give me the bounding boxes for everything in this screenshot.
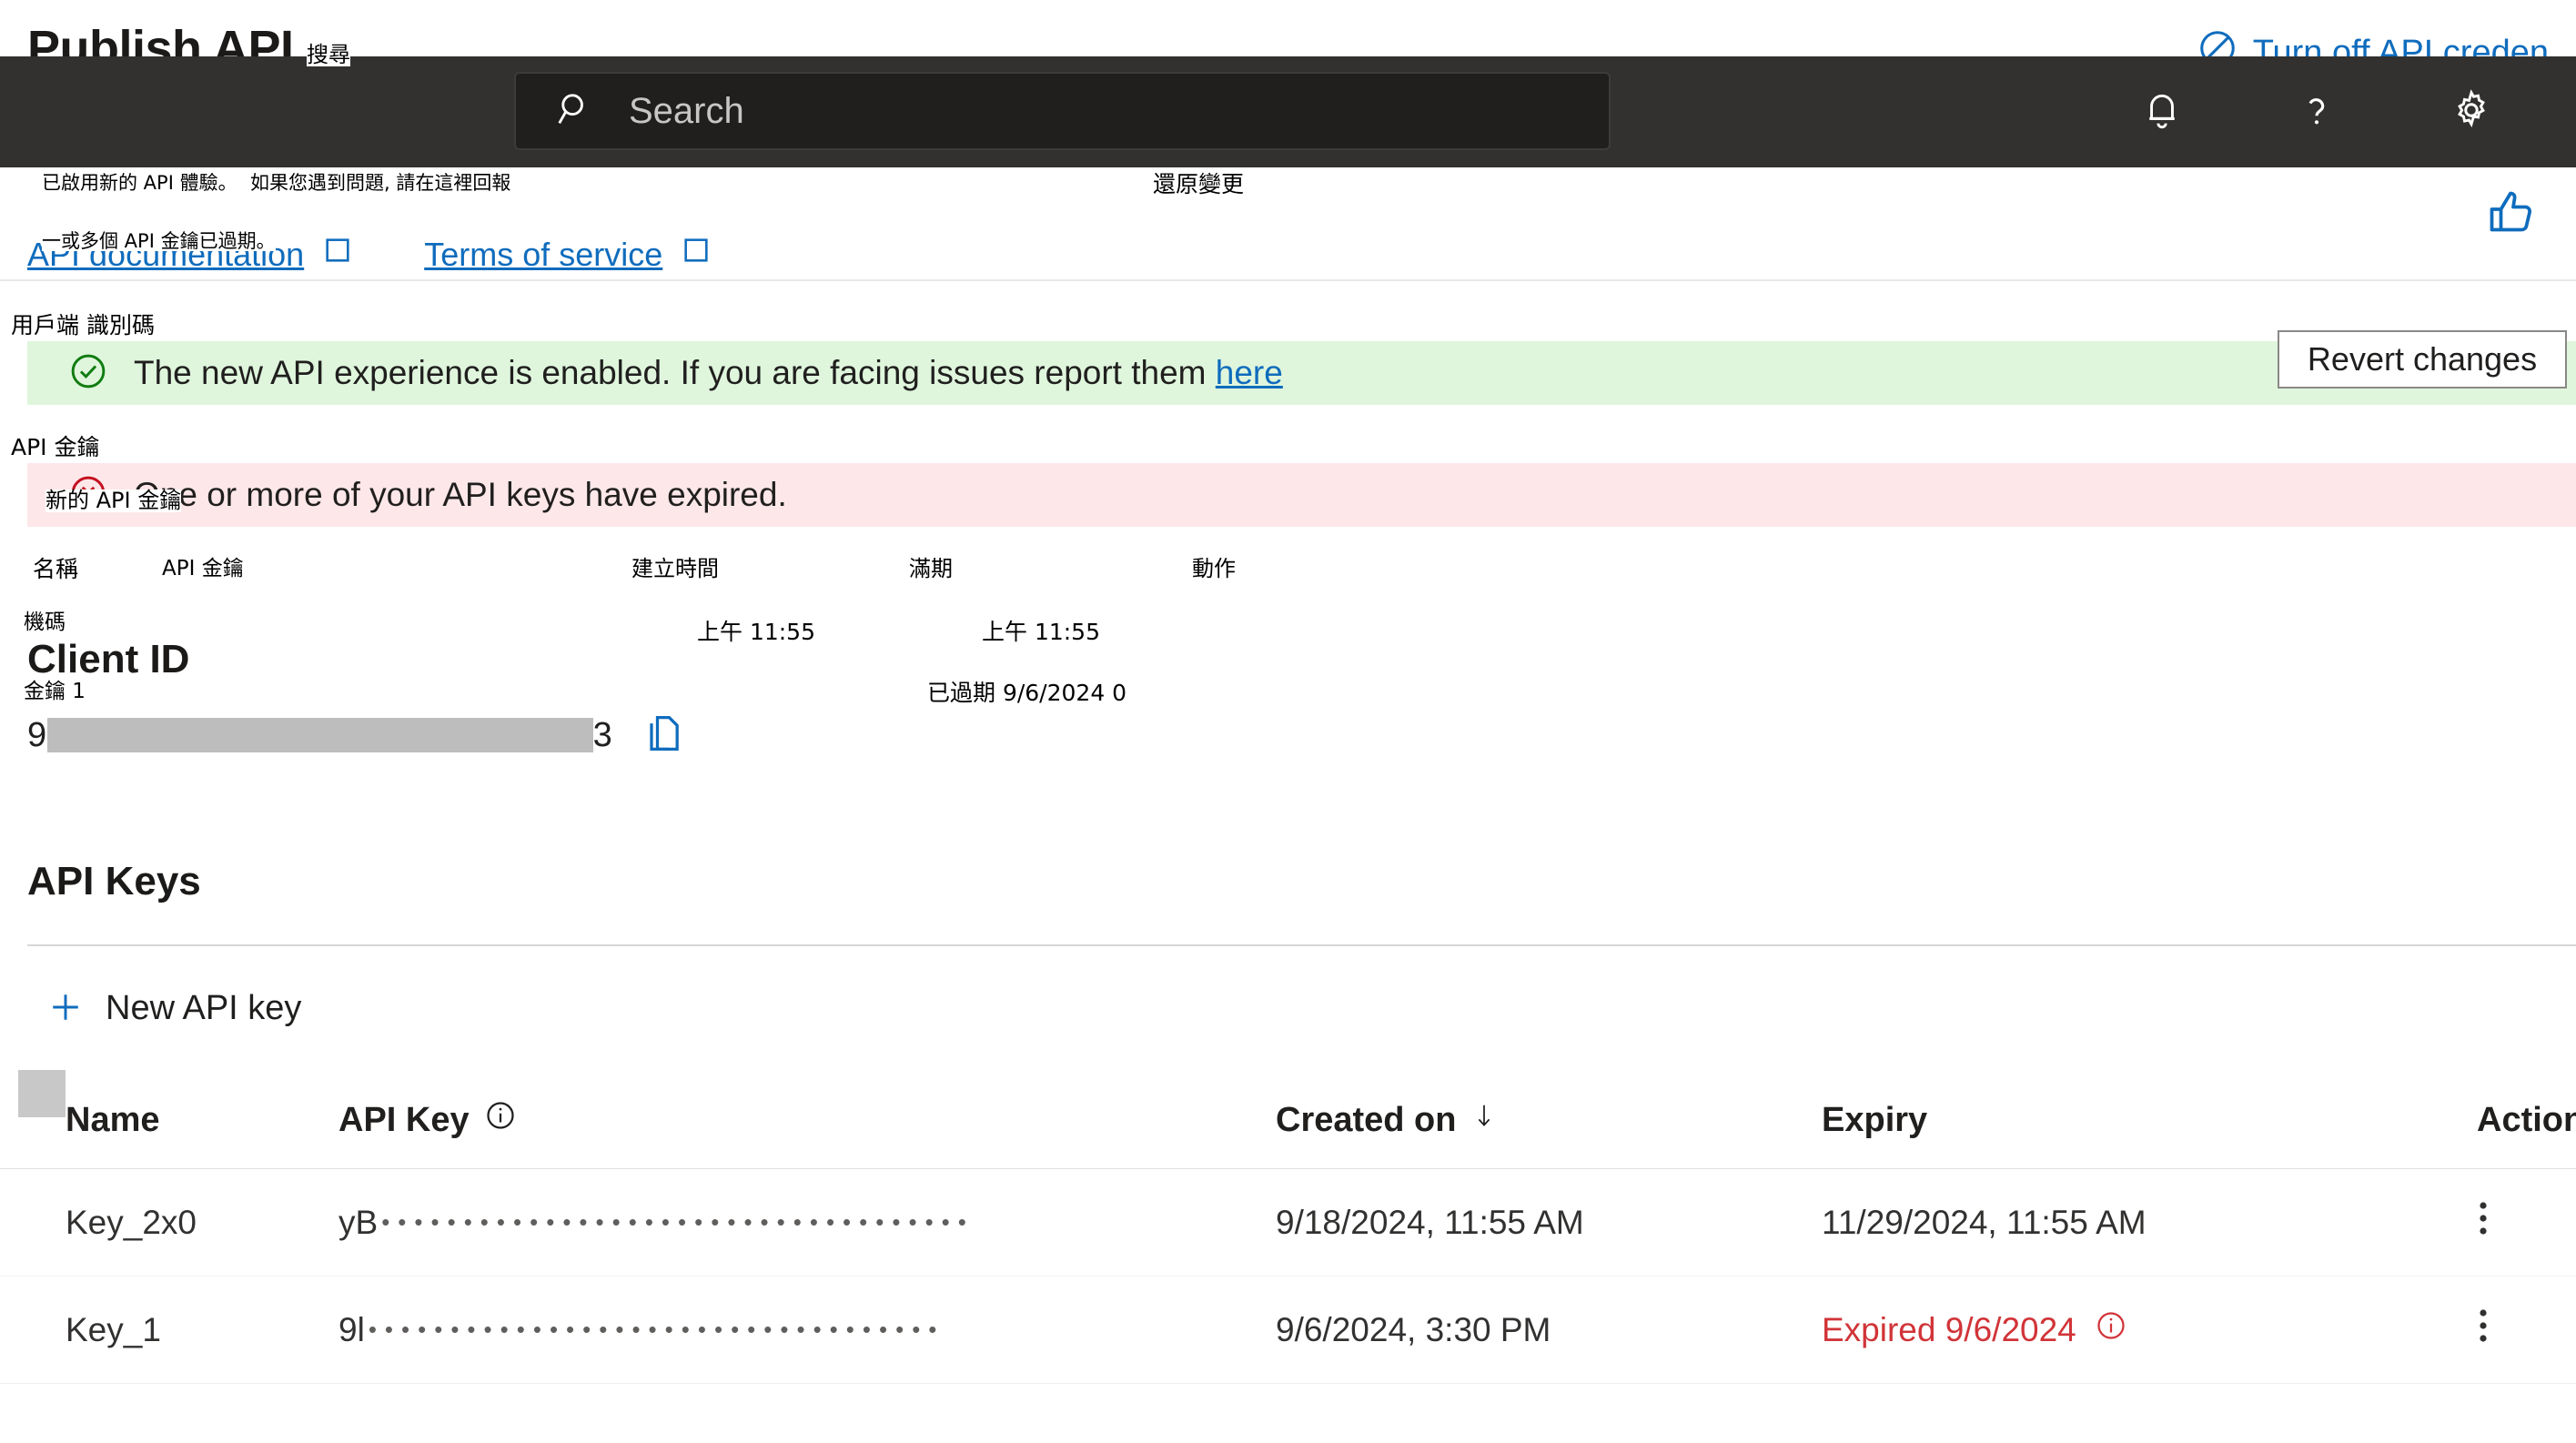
cell-name: Key_2x0: [0, 1168, 338, 1276]
redaction-mask: [18, 1070, 66, 1117]
gear-icon[interactable]: [2449, 87, 2494, 137]
external-link-icon: [681, 235, 712, 274]
annotation-col-api-key: API 金鑰: [162, 557, 244, 580]
annotation-api-key: API 金鑰: [11, 434, 100, 460]
terms-of-service-label: Terms of service: [424, 235, 663, 273]
expired-label: Expired 9/6/2024: [1822, 1310, 2076, 1348]
annotation-col-created: 建立時間: [631, 556, 719, 581]
section-divider: [27, 944, 2576, 946]
table-header-row: Name API Key Created on Expiry Action: [0, 1083, 2576, 1169]
report-issue-link[interactable]: here: [1216, 354, 1283, 391]
api-keys-section-title: API Keys: [27, 859, 201, 903]
cell-name: Key_1: [0, 1276, 338, 1384]
cell-expiry: Expired 9/6/2024: [1822, 1276, 2386, 1384]
table-row[interactable]: Key_2x0 yB •••••••••••••••••••••••••••••…: [0, 1070, 2576, 1276]
annotation-keys-expired: 一或多個 API 金鑰已過期。: [42, 230, 276, 252]
annotation-revert-changes: 還原變更: [1153, 171, 1245, 197]
cell-api-key: 9l •••••••••••••••••••••••••••••••••••: [18, 1070, 1276, 1384]
cell-expiry: 11/29/2024, 11:55 AM: [1822, 1168, 2386, 1276]
column-header-name-label: Name: [66, 1100, 160, 1139]
info-icon[interactable]: [484, 1099, 517, 1141]
cell-actions: [2386, 1276, 2576, 1384]
external-link-icon: [322, 235, 353, 274]
revert-changes-button[interactable]: Revert changes: [2278, 330, 2567, 388]
bell-icon[interactable]: [2139, 87, 2185, 137]
column-header-api-key-label: API Key: [338, 1100, 470, 1139]
column-header-expiry[interactable]: Expiry: [1822, 1083, 2386, 1169]
api-keys-table: Name API Key Created on Expiry Action Ke…: [0, 1070, 2576, 1384]
new-api-key-button[interactable]: New API key: [45, 987, 301, 1030]
page-root: Publish API Turn off API creden API docu…: [0, 0, 2576, 1443]
more-vertical-icon[interactable]: [2477, 1304, 2576, 1356]
question-mark-icon[interactable]: [2294, 87, 2339, 137]
checkmark-circle-icon: [68, 351, 108, 396]
annotation-new-api-key: 新的 API 金鑰: [45, 488, 182, 513]
info-icon[interactable]: [2095, 1309, 2127, 1350]
search-placeholder: Search: [629, 90, 744, 131]
annotation-col-expiry: 滿期: [909, 556, 953, 581]
overlay-icon-group: [2139, 56, 2494, 167]
table-row[interactable]: Key_1 9l •••••••••••••••••••••••••••••••…: [0, 1070, 2576, 1384]
annotation-time-2: 上午 11:55: [982, 619, 1100, 645]
copy-icon[interactable]: [640, 710, 687, 762]
cell-api-key: yB ••••••••••••••••••••••••••••••••••••: [18, 1070, 1276, 1276]
overlay-search-bar: Search: [0, 56, 2576, 167]
column-header-created-on[interactable]: Created on: [1276, 1083, 1822, 1169]
client-id-row: 93: [27, 710, 687, 762]
client-id-value: 93: [27, 716, 613, 754]
annotation-report-issue: 如果您遇到問題, 請在這裡回報: [250, 172, 511, 194]
api-key-prefix: yB: [338, 1203, 379, 1241]
api-key-mask: •••••••••••••••••••••••••••••••••••: [368, 1316, 945, 1343]
thumbs-up-icon[interactable]: [2485, 187, 2540, 246]
search-input[interactable]: Search: [514, 72, 1611, 150]
annotation-expired-note: 已過期 9/6/2024 0: [927, 680, 1127, 706]
cell-created-on: 9/6/2024, 3:30 PM: [1276, 1276, 1822, 1384]
column-header-api-key[interactable]: API Key: [338, 1083, 1276, 1169]
success-banner: The new API experience is enabled. If yo…: [27, 330, 2576, 405]
new-api-key-label: New API key: [106, 989, 302, 1027]
terms-of-service-link[interactable]: Terms of service: [424, 235, 712, 274]
api-key-mask: ••••••••••••••••••••••••••••••••••••: [381, 1208, 975, 1236]
annotation-search: 搜尋: [307, 42, 350, 67]
more-vertical-icon[interactable]: [2477, 1196, 2576, 1248]
column-header-actions: Actions: [2386, 1083, 2576, 1169]
annotation-machine-code: 機碼: [24, 610, 66, 634]
cell-actions: [2386, 1168, 2576, 1276]
annotation-client-id: 用戶端 識別碼: [11, 312, 155, 338]
column-header-expiry-label: Expiry: [1822, 1100, 1928, 1139]
annotation-col-actions: 動作: [1192, 556, 1236, 581]
column-header-actions-label: Actions: [2477, 1100, 2576, 1139]
search-icon: [554, 88, 596, 135]
client-id-heading: Client ID: [27, 637, 190, 681]
api-key-prefix: 9l: [338, 1310, 365, 1348]
annotation-col-name: 名稱: [33, 556, 79, 582]
redaction-mask: [47, 718, 593, 752]
success-banner-text: The new API experience is enabled. If yo…: [134, 354, 1283, 391]
sort-descending-arrow-icon: [1470, 1100, 1498, 1140]
error-banner-text: One or more of your API keys have expire…: [134, 476, 787, 513]
annotation-time-1: 上午 11:55: [697, 619, 815, 645]
divider: [0, 279, 2576, 281]
annotation-key-one: 金鑰 1: [24, 680, 86, 703]
cell-created-on: 9/18/2024, 11:55 AM: [1276, 1168, 1822, 1276]
annotation-new-api-experience: 已啟用新的 API 體驗。: [42, 172, 237, 194]
error-banner: One or more of your API keys have expire…: [27, 463, 2576, 527]
column-header-created-on-label: Created on: [1276, 1100, 1457, 1139]
plus-icon: [45, 987, 86, 1030]
